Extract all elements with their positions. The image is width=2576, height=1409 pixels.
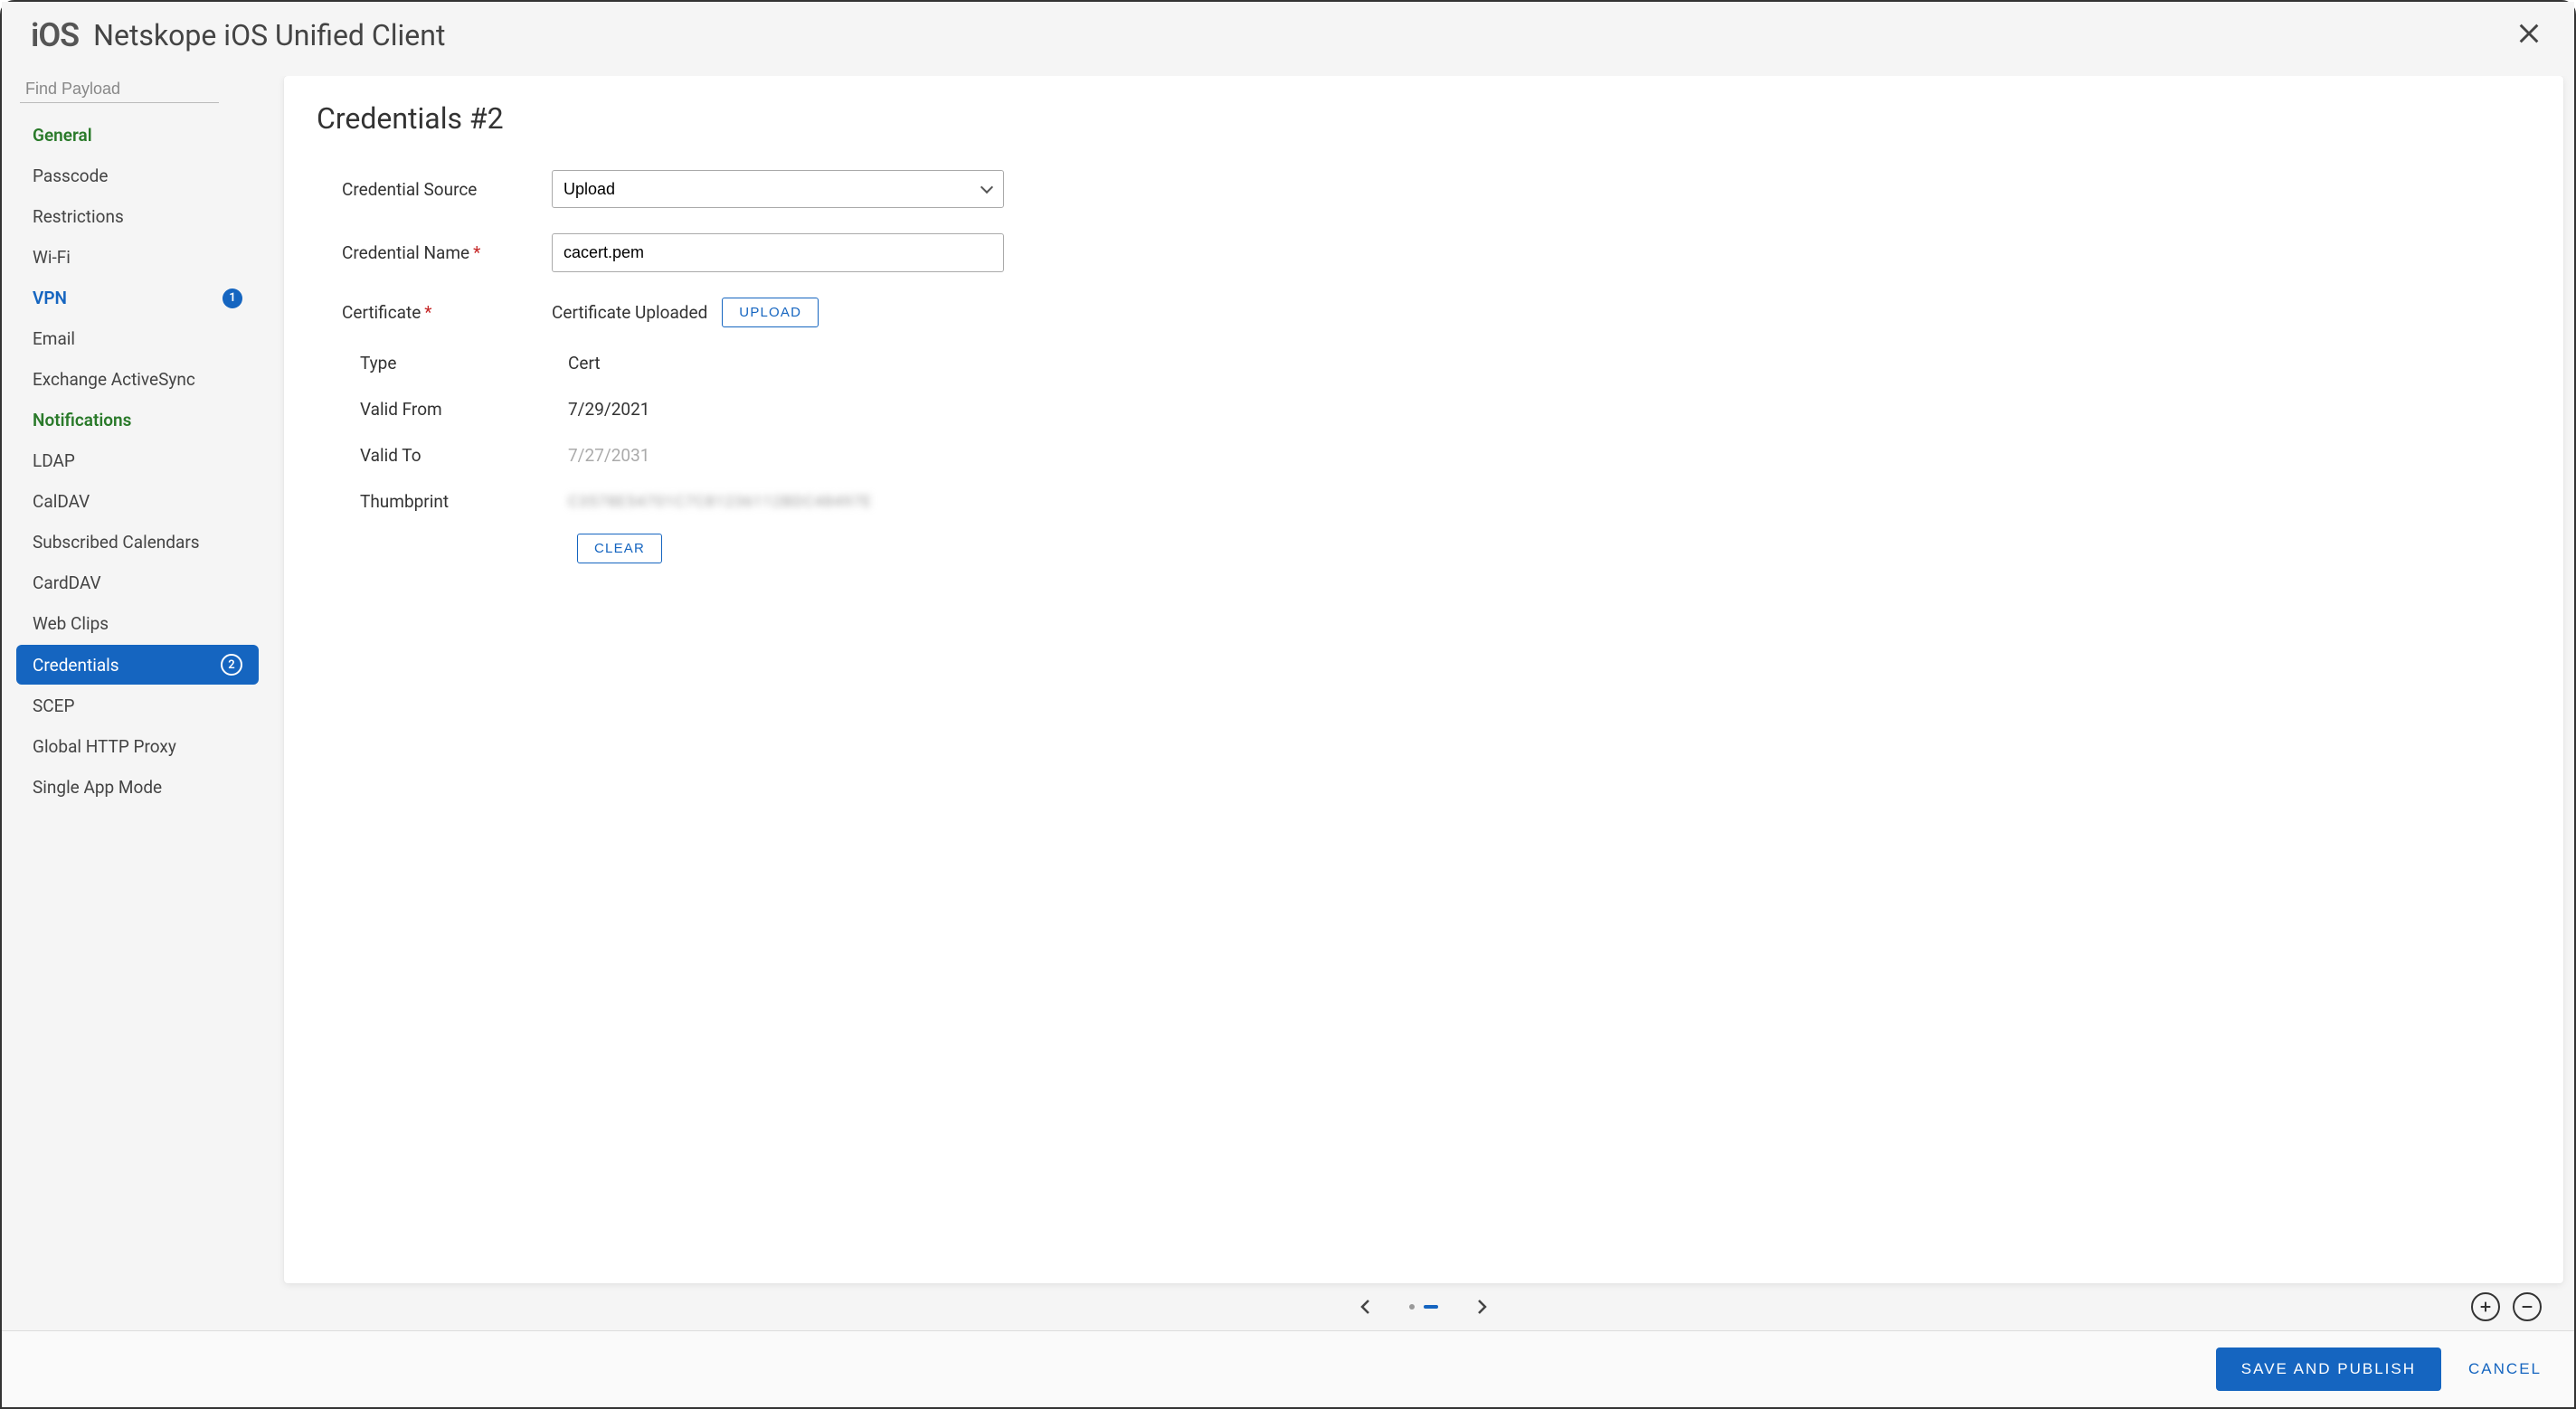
badge: 1 bbox=[223, 288, 242, 308]
close-button[interactable] bbox=[2513, 17, 2545, 53]
value-thumbprint: C3578E54701C7C81236112BDC48497E bbox=[552, 493, 872, 511]
plus-icon bbox=[2478, 1300, 2493, 1314]
header: iOS Netskope iOS Unified Client bbox=[2, 2, 2574, 76]
clear-row: CLEAR bbox=[317, 534, 2531, 563]
panel-title: Credentials #2 bbox=[317, 101, 2531, 136]
next-button[interactable] bbox=[1471, 1296, 1492, 1318]
search-input[interactable] bbox=[20, 76, 219, 103]
sidebar-item-label: Credentials bbox=[33, 655, 119, 676]
sidebar-item-label: Email bbox=[33, 328, 75, 349]
chevron-right-icon bbox=[1471, 1296, 1492, 1318]
minus-icon bbox=[2520, 1300, 2534, 1314]
badge: 2 bbox=[221, 654, 242, 676]
cancel-button[interactable]: CANCEL bbox=[2468, 1360, 2542, 1378]
credential-source-select[interactable]: Upload bbox=[552, 170, 1004, 208]
required-star: * bbox=[424, 302, 431, 323]
select-wrap: Upload bbox=[552, 170, 1004, 208]
sidebar-item-label: CardDAV bbox=[33, 572, 101, 593]
label-text: Certificate bbox=[342, 302, 421, 323]
sidebar-item-caldav[interactable]: CalDAV bbox=[16, 482, 259, 521]
sidebar-item-scep[interactable]: SCEP bbox=[16, 686, 259, 725]
upload-status: Certificate Uploaded bbox=[552, 302, 707, 323]
row-certificate: Certificate* Certificate Uploaded UPLOAD bbox=[317, 285, 2531, 340]
pager-row bbox=[284, 1283, 2563, 1330]
label-credential-source: Credential Source bbox=[317, 179, 552, 200]
close-icon bbox=[2516, 21, 2542, 46]
credential-name-input[interactable] bbox=[552, 233, 1004, 272]
value-valid-to: 7/27/2031 bbox=[552, 445, 649, 466]
sidebar-item-label: Wi-Fi bbox=[33, 247, 71, 268]
sidebar-item-label: VPN bbox=[33, 288, 67, 308]
upload-row: Certificate Uploaded UPLOAD bbox=[552, 298, 819, 327]
add-button[interactable] bbox=[2471, 1292, 2500, 1321]
search-wrap bbox=[20, 76, 262, 103]
sidebar-item-label: LDAP bbox=[33, 450, 75, 471]
sidebar-item-label: Subscribed Calendars bbox=[33, 532, 200, 553]
row-thumbprint: Thumbprint C3578E54701C7C81236112BDC4849… bbox=[317, 478, 2531, 525]
sidebar-item-single-app-mode[interactable]: Single App Mode bbox=[16, 768, 259, 807]
save-publish-button[interactable]: SAVE AND PUBLISH bbox=[2216, 1348, 2441, 1391]
sidebar-item-global-http-proxy[interactable]: Global HTTP Proxy bbox=[16, 727, 259, 766]
pager-center bbox=[1355, 1296, 1492, 1318]
row-credential-source: Credential Source Upload bbox=[317, 157, 2531, 221]
page-title: Netskope iOS Unified Client bbox=[93, 18, 445, 52]
sidebar-item-label: Web Clips bbox=[33, 613, 109, 634]
sidebar-item-web-clips[interactable]: Web Clips bbox=[16, 604, 259, 643]
prev-button[interactable] bbox=[1355, 1296, 1377, 1318]
required-star: * bbox=[473, 242, 480, 263]
chevron-left-icon bbox=[1355, 1296, 1377, 1318]
sidebar-item-label: Single App Mode bbox=[33, 777, 162, 798]
sidebar-item-wifi[interactable]: Wi-Fi bbox=[16, 238, 259, 277]
sidebar-item-label: Passcode bbox=[33, 165, 108, 186]
sidebar-item-label: Restrictions bbox=[33, 206, 124, 227]
sidebar-item-ldap[interactable]: LDAP bbox=[16, 441, 259, 480]
row-type: Type Cert bbox=[317, 340, 2531, 386]
row-valid-to: Valid To 7/27/2031 bbox=[317, 432, 2531, 478]
control-wrap bbox=[552, 233, 1004, 272]
remove-button[interactable] bbox=[2513, 1292, 2542, 1321]
sidebar-item-email[interactable]: Email bbox=[16, 319, 259, 358]
row-valid-from: Valid From 7/29/2021 bbox=[317, 386, 2531, 432]
header-left: iOS Netskope iOS Unified Client bbox=[31, 16, 445, 54]
sidebar-item-carddav[interactable]: CardDAV bbox=[16, 563, 259, 602]
upload-button[interactable]: UPLOAD bbox=[722, 298, 819, 327]
sidebar-item-label: CalDAV bbox=[33, 491, 90, 512]
main: Credentials #2 Credential Source Upload … bbox=[273, 76, 2574, 1330]
sidebar-item-label: Exchange ActiveSync bbox=[33, 369, 195, 390]
footer: SAVE AND PUBLISH CANCEL bbox=[2, 1330, 2574, 1407]
sidebar-item-general[interactable]: General bbox=[16, 116, 259, 155]
label-thumbprint: Thumbprint bbox=[317, 491, 552, 512]
body: General Passcode Restrictions Wi-Fi VPN … bbox=[2, 76, 2574, 1330]
value-valid-from: 7/29/2021 bbox=[552, 399, 649, 420]
pager-dot[interactable] bbox=[1409, 1304, 1415, 1310]
nav-list: General Passcode Restrictions Wi-Fi VPN … bbox=[13, 116, 262, 807]
sidebar-item-passcode[interactable]: Passcode bbox=[16, 156, 259, 195]
sidebar-item-notifications[interactable]: Notifications bbox=[16, 401, 259, 440]
value-type: Cert bbox=[552, 353, 601, 374]
label-credential-name: Credential Name* bbox=[317, 242, 552, 263]
sidebar: General Passcode Restrictions Wi-Fi VPN … bbox=[2, 76, 273, 1330]
sidebar-item-label: Notifications bbox=[33, 410, 131, 430]
ios-badge: iOS bbox=[31, 16, 79, 54]
pager-dots bbox=[1409, 1304, 1438, 1310]
label-text: Credential Name bbox=[342, 242, 469, 263]
label-valid-from: Valid From bbox=[317, 399, 552, 420]
sidebar-item-vpn[interactable]: VPN 1 bbox=[16, 279, 259, 317]
label-valid-to: Valid To bbox=[317, 445, 552, 466]
sidebar-item-label: Global HTTP Proxy bbox=[33, 736, 176, 757]
sidebar-item-restrictions[interactable]: Restrictions bbox=[16, 197, 259, 236]
app-window: iOS Netskope iOS Unified Client General … bbox=[0, 0, 2576, 1409]
sidebar-item-label: SCEP bbox=[33, 695, 74, 716]
label-type: Type bbox=[317, 353, 552, 374]
clear-button[interactable]: CLEAR bbox=[577, 534, 662, 563]
row-credential-name: Credential Name* bbox=[317, 221, 2531, 285]
pager-dash-active[interactable] bbox=[1424, 1305, 1438, 1309]
sidebar-item-credentials[interactable]: Credentials 2 bbox=[16, 645, 259, 685]
sidebar-item-subscribed-calendars[interactable]: Subscribed Calendars bbox=[16, 523, 259, 562]
label-certificate: Certificate* bbox=[317, 302, 552, 323]
content-card: Credentials #2 Credential Source Upload … bbox=[284, 76, 2563, 1283]
sidebar-item-exchange[interactable]: Exchange ActiveSync bbox=[16, 360, 259, 399]
pager-right bbox=[2471, 1292, 2542, 1321]
sidebar-item-label: General bbox=[33, 125, 92, 146]
